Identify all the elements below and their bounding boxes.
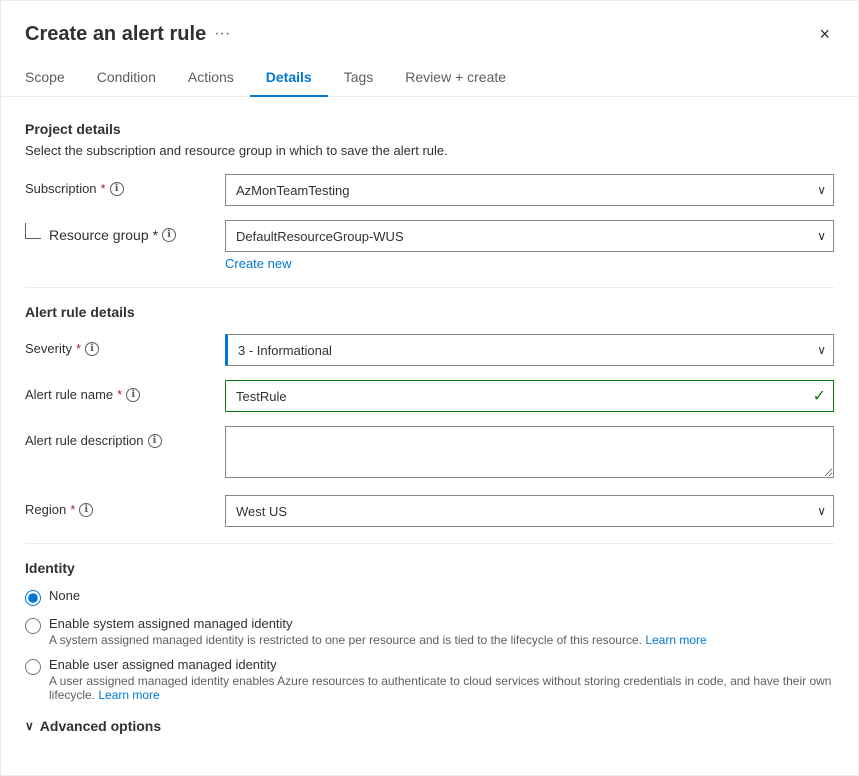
alert-rule-name-input[interactable] [225, 380, 834, 412]
alert-rule-details-section: Alert rule details Severity * ℹ 0 - Crit… [25, 304, 834, 527]
subscription-select[interactable]: AzMonTeamTesting [225, 174, 834, 206]
resource-group-label: Resource group * ℹ [25, 220, 225, 243]
identity-user-learn-more[interactable]: Learn more [98, 688, 159, 702]
severity-label: Severity * ℹ [25, 334, 225, 356]
identity-user-option: Enable user assigned managed identity A … [25, 657, 834, 702]
divider-1 [25, 287, 834, 288]
subscription-info-icon[interactable]: ℹ [110, 182, 124, 196]
dialog-title: Create an alert rule [25, 23, 206, 46]
title-row: Create an alert rule ··· [25, 23, 230, 46]
resource-group-select-wrapper: DefaultResourceGroup-WUS ∨ [225, 220, 834, 252]
resource-group-control: DefaultResourceGroup-WUS ∨ Create new [225, 220, 834, 271]
close-button[interactable]: × [815, 21, 834, 47]
alert-rule-description-label: Alert rule description ℹ [25, 426, 225, 448]
subscription-required: * [101, 181, 106, 196]
alert-rule-name-check-icon: ✓ [813, 386, 826, 406]
identity-section: Identity None Enable system assigned man… [25, 560, 834, 702]
alert-rule-name-row: Alert rule name * ℹ ✓ [25, 380, 834, 412]
subscription-label: Subscription * ℹ [25, 174, 225, 196]
advanced-options-toggle[interactable]: ∨ Advanced options [25, 718, 834, 734]
region-select-wrapper: West US East US Central US West Europe E… [225, 495, 834, 527]
resource-group-info-icon[interactable]: ℹ [162, 228, 176, 242]
identity-system-desc: A system assigned managed identity is re… [49, 633, 707, 647]
project-details-desc: Select the subscription and resource gro… [25, 143, 834, 158]
identity-system-label: Enable system assigned managed identity [49, 616, 707, 631]
severity-select[interactable]: 0 - Critical 1 - Error 2 - Warning 3 - I… [225, 334, 834, 366]
resource-group-required: * [153, 227, 158, 243]
region-row: Region * ℹ West US East US Central US We… [25, 495, 834, 527]
subscription-control: AzMonTeamTesting ∨ [225, 174, 834, 206]
tab-details[interactable]: Details [250, 59, 328, 97]
severity-info-icon[interactable]: ℹ [85, 342, 99, 356]
tab-tags[interactable]: Tags [328, 59, 390, 97]
severity-select-wrapper: 0 - Critical 1 - Error 2 - Warning 3 - I… [225, 334, 834, 366]
more-options-icon[interactable]: ··· [214, 25, 230, 43]
alert-rule-description-control [225, 426, 834, 481]
identity-system-option: Enable system assigned managed identity … [25, 616, 834, 647]
advanced-options-label: Advanced options [40, 718, 161, 734]
advanced-options-chevron-icon: ∨ [25, 719, 34, 733]
alert-rule-description-textarea[interactable] [225, 426, 834, 478]
identity-user-label: Enable user assigned managed identity [49, 657, 834, 672]
alert-rule-name-required: * [117, 387, 122, 402]
identity-title: Identity [25, 560, 834, 576]
tab-condition[interactable]: Condition [81, 59, 172, 97]
tab-review-create[interactable]: Review + create [389, 59, 522, 97]
divider-2 [25, 543, 834, 544]
dialog-header: Create an alert rule ··· × [1, 1, 858, 47]
identity-user-radio[interactable] [25, 659, 41, 675]
create-alert-rule-dialog: Create an alert rule ··· × Scope Conditi… [0, 0, 859, 776]
severity-required: * [76, 341, 81, 356]
identity-system-radio[interactable] [25, 618, 41, 634]
region-select[interactable]: West US East US Central US West Europe E… [225, 495, 834, 527]
region-label: Region * ℹ [25, 495, 225, 517]
alert-rule-details-title: Alert rule details [25, 304, 834, 320]
identity-options: None Enable system assigned managed iden… [25, 588, 834, 702]
tab-scope[interactable]: Scope [25, 59, 81, 97]
region-required: * [70, 502, 75, 517]
resource-group-row: Resource group * ℹ DefaultResourceGroup-… [25, 220, 834, 271]
content-area: Project details Select the subscription … [1, 97, 858, 758]
project-details-section: Project details Select the subscription … [25, 121, 834, 271]
alert-rule-name-control: ✓ [225, 380, 834, 412]
project-details-title: Project details [25, 121, 834, 137]
subscription-select-wrapper: AzMonTeamTesting ∨ [225, 174, 834, 206]
severity-control: 0 - Critical 1 - Error 2 - Warning 3 - I… [225, 334, 834, 366]
alert-rule-description-info-icon[interactable]: ℹ [148, 434, 162, 448]
alert-rule-name-input-wrapper: ✓ [225, 380, 834, 412]
subscription-row: Subscription * ℹ AzMonTeamTesting ∨ [25, 174, 834, 206]
alert-rule-name-label: Alert rule name * ℹ [25, 380, 225, 402]
indent-line [25, 223, 41, 239]
resource-group-select[interactable]: DefaultResourceGroup-WUS [225, 220, 834, 252]
identity-none-radio[interactable] [25, 590, 41, 606]
identity-none-option: None [25, 588, 834, 606]
identity-user-desc: A user assigned managed identity enables… [49, 674, 834, 702]
tab-actions[interactable]: Actions [172, 59, 250, 97]
alert-rule-description-row: Alert rule description ℹ [25, 426, 834, 481]
severity-row: Severity * ℹ 0 - Critical 1 - Error 2 - … [25, 334, 834, 366]
region-info-icon[interactable]: ℹ [79, 503, 93, 517]
resource-group-label-wrapper: Resource group * ℹ [25, 220, 225, 243]
identity-none-label: None [49, 588, 80, 603]
identity-system-learn-more[interactable]: Learn more [645, 633, 706, 647]
wizard-nav: Scope Condition Actions Details Tags Rev… [1, 59, 858, 97]
region-control: West US East US Central US West Europe E… [225, 495, 834, 527]
alert-rule-name-info-icon[interactable]: ℹ [126, 388, 140, 402]
create-new-link[interactable]: Create new [225, 256, 291, 271]
